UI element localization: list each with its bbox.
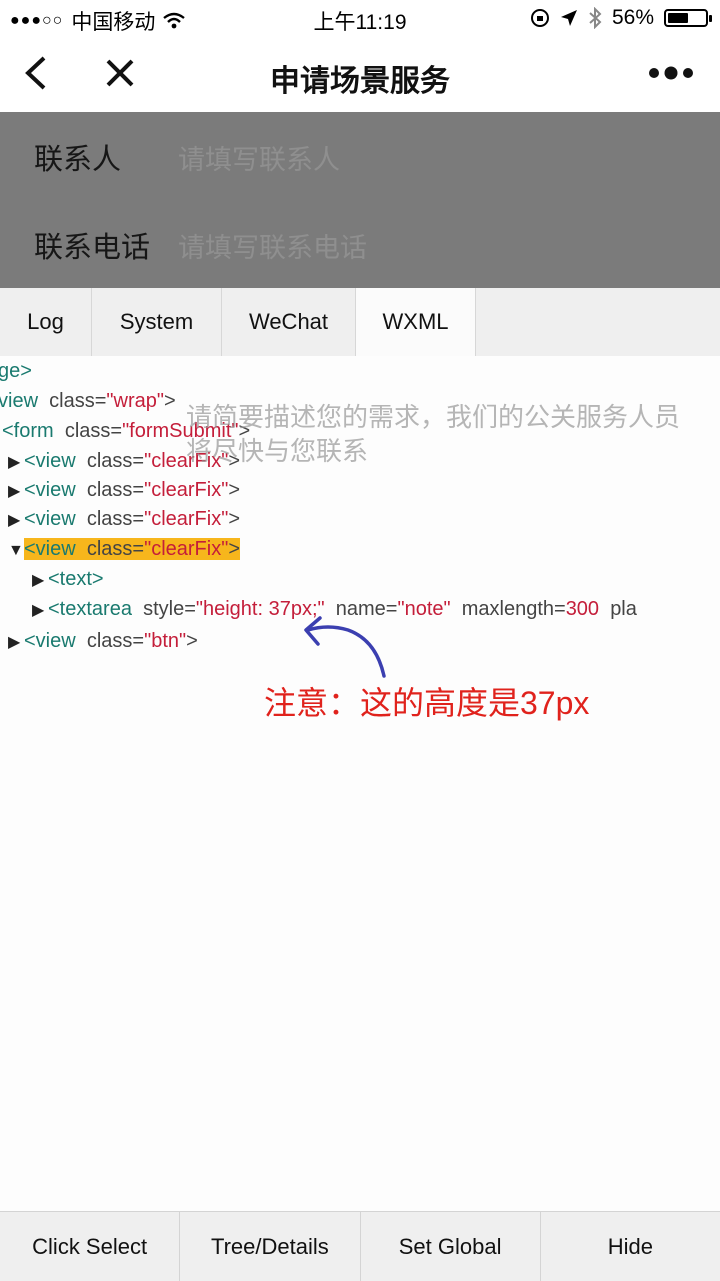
page-title: 申请场景服务 [270, 65, 450, 98]
phone-label: 联系电话 [34, 232, 151, 264]
attr-name: class [64, 420, 111, 442]
nav-bar: 申请场景服务 [0, 36, 720, 112]
contact-row: 联系人 请填写联系人 [0, 112, 720, 200]
annotation-arrow-icon [304, 616, 386, 678]
more-icon[interactable] [646, 58, 696, 88]
bluetooth-icon [589, 7, 602, 29]
debug-toolbar: Click Select Tree/Details Set Global Hid… [0, 1211, 720, 1281]
wxml-line-clearfix-2[interactable]: ▶ <view class="clearFix"> [8, 479, 240, 502]
tag-text: ge> [0, 360, 32, 382]
tag-text: <text> [48, 568, 104, 590]
collapse-icon[interactable]: ▼ [8, 542, 24, 560]
attr-name: class [86, 508, 133, 530]
status-bar: ●●●○○ 中国移动 上午11:19 56% [0, 0, 720, 36]
tab-log[interactable]: Log [0, 288, 92, 356]
attr-value: "btn" [144, 630, 187, 652]
tag-text: view [0, 390, 39, 412]
textarea-placeholder: 请简要描述您的需求，我们的公关服务人员将尽快与您联系 [186, 402, 681, 466]
expand-icon[interactable]: ▶ [8, 510, 24, 530]
tag-text: <view [24, 630, 76, 652]
wxml-line-wrap[interactable]: view class="wrap"> [0, 390, 176, 413]
attr-name: style [143, 598, 185, 620]
attr-name: maxlength [461, 598, 554, 620]
wxml-line-text[interactable]: ▶ <text> [32, 568, 104, 591]
attr-name: class [86, 479, 133, 501]
attr-name: class [86, 450, 133, 472]
expand-icon[interactable]: ▶ [8, 481, 24, 501]
expand-icon[interactable]: ▶ [8, 632, 24, 652]
attr-name: class [86, 630, 133, 652]
tag-text: <form [2, 420, 54, 442]
set-global-button[interactable]: Set Global [361, 1212, 541, 1281]
debug-tabs: Log System WeChat WXML [0, 288, 720, 357]
attr-value: 300 [565, 598, 600, 620]
expand-icon[interactable]: ▶ [32, 600, 48, 620]
tab-system[interactable]: System [92, 288, 222, 356]
attr-value: "wrap" [106, 390, 164, 412]
phone-input[interactable]: 请填写联系电话 [178, 226, 367, 265]
wxml-line-btn[interactable]: ▶ <view class="btn"> [8, 630, 198, 653]
battery-fill [668, 13, 688, 23]
tag-text: <view [24, 538, 76, 560]
tag-text: <view [24, 479, 76, 501]
attr-value: "note" [397, 598, 451, 620]
click-select-button[interactable]: Click Select [0, 1212, 181, 1281]
tag-text: <view [24, 450, 76, 472]
tag-text: <textarea [48, 598, 132, 620]
tab-wxml[interactable]: WXML [356, 288, 476, 356]
selected-node-highlight: <view class="clearFix"> [24, 538, 240, 560]
tab-wechat[interactable]: WeChat [222, 288, 356, 356]
phone-row: 联系电话 请填写联系电话 [0, 200, 720, 288]
contact-input[interactable]: 请填写联系人 [178, 138, 340, 177]
battery-percent: 56% [611, 6, 654, 29]
tag-text: <view [24, 508, 76, 530]
attr-value: "clearFix" [144, 538, 229, 560]
form-area: 联系人 请填写联系人 联系电话 请填写联系电话 [0, 112, 720, 288]
battery-icon [664, 9, 712, 27]
attr-name: class [86, 538, 133, 560]
attr-name: pla [610, 598, 637, 620]
location-icon [560, 10, 577, 26]
annotation-note: 注意：这的高度是37px [264, 685, 590, 721]
expand-icon[interactable]: ▶ [32, 570, 48, 590]
attr-value: "clearFix" [144, 479, 229, 501]
tree-details-button[interactable]: Tree/Details [180, 1212, 361, 1281]
wxml-line-page[interactable]: ge> [0, 360, 32, 383]
hide-button[interactable]: Hide [541, 1212, 720, 1281]
expand-icon[interactable]: ▶ [8, 452, 24, 472]
attr-name: class [49, 390, 95, 412]
wxml-panel: ge> view class="wrap"> <form class="form… [0, 356, 720, 1211]
rotation-lock-icon [530, 9, 549, 27]
wxml-line-clearfix-3[interactable]: ▶ <view class="clearFix"> [8, 508, 240, 531]
attr-value: "clearFix" [144, 508, 229, 530]
wxml-line-clearfix-selected[interactable]: ▼<view class="clearFix"> [8, 538, 240, 561]
status-right: 56% [530, 6, 712, 30]
contact-label: 联系人 [34, 144, 122, 176]
